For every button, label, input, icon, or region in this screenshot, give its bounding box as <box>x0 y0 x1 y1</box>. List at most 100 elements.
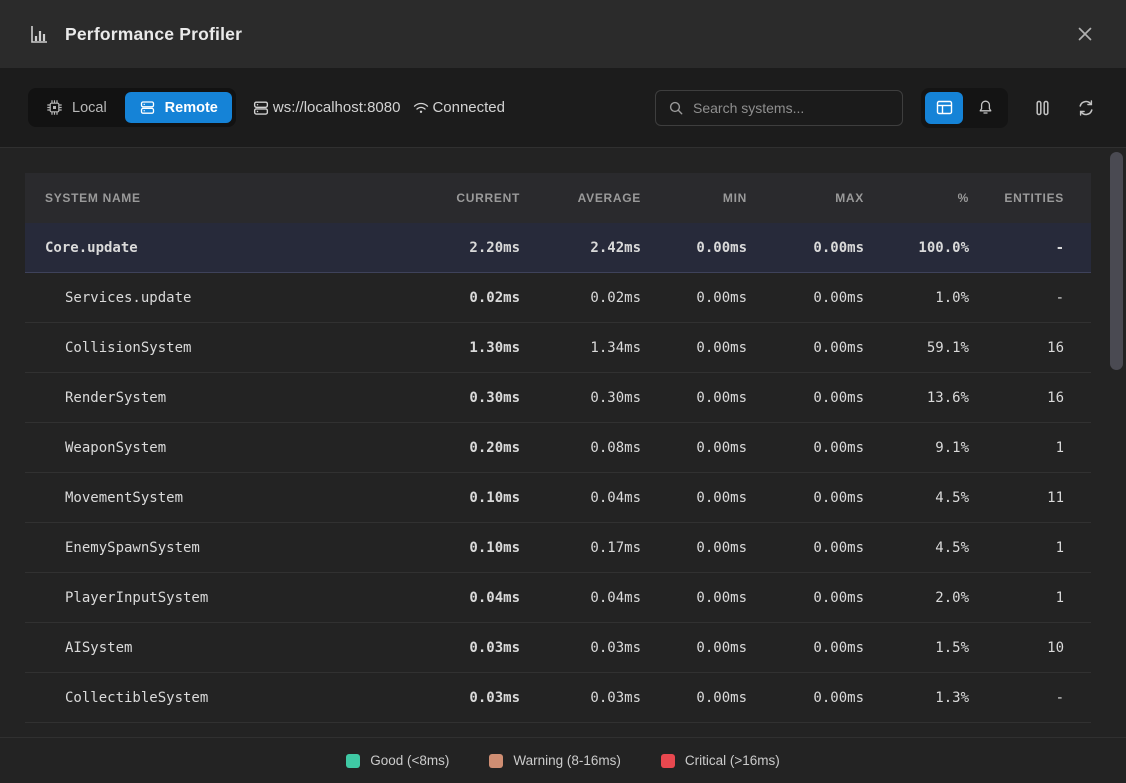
column-header-average[interactable]: AVERAGE <box>520 191 641 205</box>
average-cell: 0.03ms <box>520 690 641 706</box>
legend: Good (<8ms) Warning (8-16ms) Critical (>… <box>346 753 780 768</box>
remote-mode-button[interactable]: Remote <box>125 92 232 123</box>
min-cell: 0.00ms <box>641 490 747 506</box>
system-name-cell: WeaponSystem <box>25 440 400 456</box>
current-cell: 0.10ms <box>400 540 520 556</box>
close-icon[interactable] <box>1070 19 1100 49</box>
entities-cell: - <box>969 690 1091 706</box>
table-row[interactable]: AISystem 0.03ms 0.03ms 0.00ms 0.00ms 1.5… <box>25 623 1091 673</box>
current-cell: 0.10ms <box>400 490 520 506</box>
search-input[interactable] <box>693 100 890 116</box>
table-view-icon <box>935 98 954 117</box>
entities-cell: 1 <box>969 590 1091 606</box>
percent-cell: 9.1% <box>864 440 969 456</box>
average-cell: 1.34ms <box>520 340 641 356</box>
current-cell: 0.20ms <box>400 440 520 456</box>
system-name-cell: CollisionSystem <box>25 340 400 356</box>
entities-cell: 16 <box>969 390 1091 406</box>
percent-cell: 13.6% <box>864 390 969 406</box>
table-header: SYSTEM NAME CURRENT AVERAGE MIN MAX % EN… <box>25 173 1091 223</box>
legend-item: Warning (8-16ms) <box>489 753 621 768</box>
bar-chart-icon <box>28 23 50 45</box>
min-cell: 0.00ms <box>641 590 747 606</box>
legend-swatch <box>346 754 360 768</box>
column-header-entities[interactable]: ENTITIES <box>969 191 1091 205</box>
main-content: SYSTEM NAME CURRENT AVERAGE MIN MAX % EN… <box>0 148 1126 737</box>
current-cell: 0.02ms <box>400 290 520 306</box>
percent-cell: 2.0% <box>864 590 969 606</box>
max-cell: 0.00ms <box>747 490 864 506</box>
table-row[interactable]: PlayerInputSystem 0.04ms 0.04ms 0.00ms 0… <box>25 573 1091 623</box>
legend-swatch <box>489 754 503 768</box>
current-cell: 0.03ms <box>400 640 520 656</box>
percent-cell: 4.5% <box>864 490 969 506</box>
column-header-system-name[interactable]: SYSTEM NAME <box>25 191 400 205</box>
average-cell: 2.42ms <box>520 240 641 256</box>
vertical-scrollbar-thumb[interactable] <box>1110 152 1123 370</box>
systems-table: SYSTEM NAME CURRENT AVERAGE MIN MAX % EN… <box>25 173 1091 723</box>
min-cell: 0.00ms <box>641 640 747 656</box>
entities-cell: 11 <box>969 490 1091 506</box>
max-cell: 0.00ms <box>747 690 864 706</box>
wifi-icon <box>412 100 430 116</box>
legend-item: Critical (>16ms) <box>661 753 780 768</box>
table-row[interactable]: RenderSystem 0.30ms 0.30ms 0.00ms 0.00ms… <box>25 373 1091 423</box>
remote-mode-label: Remote <box>165 100 218 116</box>
average-cell: 0.04ms <box>520 490 641 506</box>
entities-cell: 10 <box>969 640 1091 656</box>
system-name-cell: Services.update <box>25 290 400 306</box>
percent-cell: 4.5% <box>864 540 969 556</box>
column-header-min[interactable]: MIN <box>641 191 747 205</box>
max-cell: 0.00ms <box>747 640 864 656</box>
table-row[interactable]: MovementSystem 0.10ms 0.04ms 0.00ms 0.00… <box>25 473 1091 523</box>
current-cell: 2.20ms <box>400 240 520 256</box>
max-cell: 0.00ms <box>747 390 864 406</box>
column-header-current[interactable]: CURRENT <box>400 191 520 205</box>
alerts-view-button[interactable] <box>966 92 1004 124</box>
min-cell: 0.00ms <box>641 290 747 306</box>
percent-cell: 1.5% <box>864 640 969 656</box>
table-row[interactable]: CollectibleSystem 0.03ms 0.03ms 0.00ms 0… <box>25 673 1091 723</box>
current-cell: 0.03ms <box>400 690 520 706</box>
percent-cell: 100.0% <box>864 240 969 256</box>
entities-cell: - <box>969 290 1091 306</box>
toolbar: Local Remote ws://localhost:8080 <box>0 68 1126 148</box>
legend-footer: Good (<8ms) Warning (8-16ms) Critical (>… <box>0 737 1126 783</box>
min-cell: 0.00ms <box>641 690 747 706</box>
current-cell: 0.30ms <box>400 390 520 406</box>
average-cell: 0.08ms <box>520 440 641 456</box>
entities-cell: 1 <box>969 540 1091 556</box>
column-header-max[interactable]: MAX <box>747 191 864 205</box>
table-row[interactable]: Core.update 2.20ms 2.42ms 0.00ms 0.00ms … <box>25 223 1091 273</box>
max-cell: 0.00ms <box>747 340 864 356</box>
search-icon <box>668 100 684 116</box>
system-name-cell: CollectibleSystem <box>25 690 400 706</box>
system-name-cell: AISystem <box>25 640 400 656</box>
table-row[interactable]: Services.update 0.02ms 0.02ms 0.00ms 0.0… <box>25 273 1091 323</box>
average-cell: 0.04ms <box>520 590 641 606</box>
cpu-icon <box>46 99 63 116</box>
table-view-button[interactable] <box>925 92 963 124</box>
system-name-cell: EnemySpawnSystem <box>25 540 400 556</box>
bell-icon <box>977 99 994 116</box>
min-cell: 0.00ms <box>641 240 747 256</box>
column-header-percent[interactable]: % <box>864 191 969 205</box>
system-name-cell: RenderSystem <box>25 390 400 406</box>
average-cell: 0.30ms <box>520 390 641 406</box>
legend-swatch <box>661 754 675 768</box>
server-icon <box>139 99 156 116</box>
connection-info: ws://localhost:8080 Connected <box>252 99 505 117</box>
search-box <box>655 90 903 126</box>
table-row[interactable]: CollisionSystem 1.30ms 1.34ms 0.00ms 0.0… <box>25 323 1091 373</box>
local-mode-button[interactable]: Local <box>32 92 121 123</box>
average-cell: 0.02ms <box>520 290 641 306</box>
refresh-button[interactable] <box>1072 94 1100 122</box>
pause-button[interactable] <box>1028 94 1056 122</box>
legend-label: Warning (8-16ms) <box>513 753 621 768</box>
min-cell: 0.00ms <box>641 340 747 356</box>
average-cell: 0.17ms <box>520 540 641 556</box>
table-row[interactable]: EnemySpawnSystem 0.10ms 0.17ms 0.00ms 0.… <box>25 523 1091 573</box>
table-row[interactable]: WeaponSystem 0.20ms 0.08ms 0.00ms 0.00ms… <box>25 423 1091 473</box>
min-cell: 0.00ms <box>641 540 747 556</box>
max-cell: 0.00ms <box>747 290 864 306</box>
